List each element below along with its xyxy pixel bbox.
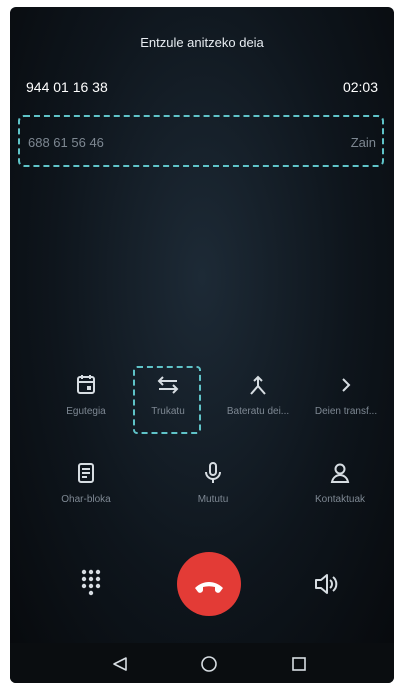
microphone-icon [205,462,221,483]
merge-calls-button[interactable]: Bateratu dei... [212,372,304,432]
swap-highlight-box [133,366,201,434]
hang-up-icon [195,582,223,593]
calendar-icon [77,375,95,394]
notepad-icon [78,463,94,483]
merge-icon [250,375,266,395]
call-screen: Entzule anitzeko deia 944 01 16 38 02:03… [10,7,394,683]
call-title: Entzule anitzeko deia [140,35,264,50]
call-actions-row-1: Egutegia Trukatu Bateratu dei... Deien t… [10,372,394,432]
speaker-icon [315,574,338,594]
bottom-controls [10,552,394,616]
calendar-label: Egutegia [66,406,106,417]
held-call-number: 688 61 56 46 [28,135,104,150]
contact-icon [330,463,350,483]
held-call-row[interactable]: 688 61 56 46 Zain [18,115,384,167]
chevron-right-icon [342,378,351,392]
mute-label: Mututu [197,494,229,505]
notepad-button[interactable]: Ohar-bloka [40,460,132,520]
active-call-duration: 02:03 [342,79,378,95]
merge-calls-label: Bateratu dei... [226,406,290,417]
calendar-button[interactable]: Egutegia [40,372,132,432]
dialpad-button[interactable] [78,568,104,598]
held-call-status: Zain [350,135,376,150]
home-icon[interactable] [200,655,218,673]
call-transfer-label: Deien transf... [314,406,378,417]
notepad-label: Ohar-bloka [61,494,111,505]
mute-button[interactable]: Mututu [167,460,259,520]
dialpad-icon [81,569,101,596]
end-call-button[interactable] [177,552,241,616]
back-icon[interactable] [112,656,128,672]
active-call-row[interactable]: 944 01 16 38 02:03 [26,79,378,103]
call-actions-row-2: Ohar-bloka Mututu Kontaktuak [10,460,394,520]
contacts-button[interactable]: Kontaktuak [294,460,386,520]
speaker-button[interactable] [310,569,340,599]
call-transfer-button[interactable]: Deien transf... [300,372,392,432]
recents-icon[interactable] [291,656,307,672]
active-call-number: 944 01 16 38 [26,79,108,95]
system-nav-bar [10,643,394,683]
contacts-label: Kontaktuak [314,494,366,505]
